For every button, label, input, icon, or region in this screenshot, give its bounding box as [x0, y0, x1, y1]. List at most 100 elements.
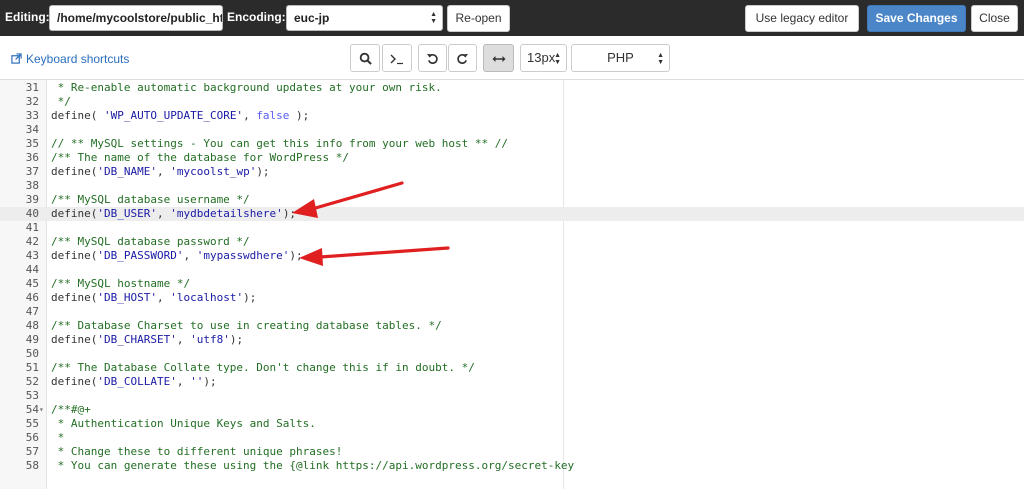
code-token: false — [256, 109, 290, 122]
line-code: /** MySQL database username */ — [51, 193, 250, 207]
line-code: /** The Database Collate type. Don't cha… — [51, 361, 475, 375]
line-number: 58 — [25, 459, 39, 472]
keyboard-shortcuts-link[interactable]: Keyboard shortcuts — [11, 52, 129, 66]
code-line[interactable]: 46 define('DB_HOST', 'localhost'); — [0, 291, 1024, 305]
select-arrows-icon: ▲ ▼ — [430, 11, 437, 25]
font-size-select[interactable]: 13px ▲ ▼ — [520, 44, 567, 72]
line-number: 35 — [25, 137, 39, 150]
code-line[interactable]: 37 define('DB_NAME', 'mycoolst_wp'); — [0, 165, 1024, 179]
code-token: define( — [51, 375, 98, 388]
line-code: * Authentication Unique Keys and Salts. — [51, 417, 316, 431]
line-number: 54 — [25, 403, 39, 416]
save-changes-button[interactable]: Save Changes — [867, 5, 966, 32]
code-line[interactable]: 36 /** The name of the database for WordP… — [0, 151, 1024, 165]
fold-toggle-icon[interactable]: ▾ — [39, 403, 47, 417]
line-number: 37 — [25, 165, 39, 178]
encoding-select[interactable]: euc-jp ▲ ▼ — [286, 5, 443, 31]
line-number: 31 — [25, 81, 39, 94]
code-token: '' — [190, 375, 204, 388]
code-token: * — [51, 431, 65, 444]
close-button[interactable]: Close — [971, 5, 1018, 32]
code-line[interactable]: 52 define('DB_COLLATE', ''); — [0, 375, 1024, 389]
line-code: define('DB_PASSWORD', 'mypasswdhere'); — [51, 249, 303, 263]
code-token: ); — [289, 249, 303, 262]
code-token: /** Database Charset to use in creating … — [51, 319, 442, 332]
code-line[interactable]: 41 — [0, 221, 1024, 235]
line-number: 43 — [25, 249, 39, 262]
editor-toolbar: Keyboard shortcuts 13px ▲ ▼ PHP ▲ ▼ — [0, 36, 1024, 80]
go-to-line-button[interactable] — [382, 44, 412, 72]
code-line[interactable]: 55 * Authentication Unique Keys and Salt… — [0, 417, 1024, 431]
code-line[interactable]: 38 — [0, 179, 1024, 193]
code-line[interactable]: 57 * Change these to different unique ph… — [0, 445, 1024, 459]
code-token: 'DB_USER' — [97, 207, 157, 220]
language-select[interactable]: PHP ▲ ▼ — [571, 44, 670, 72]
code-line[interactable]: 42 /** MySQL database password */ — [0, 235, 1024, 249]
search-button[interactable] — [350, 44, 380, 72]
encoding-value: euc-jp — [294, 11, 330, 25]
wrap-toggle-button[interactable] — [483, 44, 514, 72]
code-token: /** MySQL hostname */ — [51, 277, 191, 290]
use-legacy-editor-button[interactable]: Use legacy editor — [745, 5, 859, 32]
code-token: * Change these to different unique phras… — [51, 445, 343, 458]
code-editor[interactable]: 31 * Re-enable automatic background upda… — [0, 80, 1024, 489]
code-token: define( — [51, 249, 98, 262]
code-line[interactable]: 34 — [0, 123, 1024, 137]
code-line[interactable]: 50 — [0, 347, 1024, 361]
code-line[interactable]: 48 /** Database Charset to use in creatin… — [0, 319, 1024, 333]
font-size-value: 13px — [527, 50, 556, 65]
code-line[interactable]: 54 ▾ /**#@+ — [0, 403, 1024, 417]
code-line[interactable]: 45 /** MySQL hostname */ — [0, 277, 1024, 291]
code-line[interactable]: 51 /** The Database Collate type. Don't c… — [0, 361, 1024, 375]
code-token: 'DB_CHARSET' — [97, 333, 177, 346]
code-line[interactable]: 33 define( 'WP_AUTO_UPDATE_CORE', false )… — [0, 109, 1024, 123]
undo-icon — [426, 53, 438, 65]
code-token: ); — [203, 375, 217, 388]
line-number: 53 — [25, 389, 39, 402]
code-line[interactable]: 58 * You can generate these using the {@… — [0, 459, 1024, 473]
code-line[interactable]: 44 — [0, 263, 1024, 277]
line-number: 57 — [25, 445, 39, 458]
select-arrows-icon: ▲ ▼ — [657, 52, 664, 66]
editing-label: Editing: — [5, 10, 50, 24]
line-code: /**#@+ — [51, 403, 91, 417]
code-line[interactable]: 40 define('DB_USER', 'mydbdetailshere'); — [0, 207, 1024, 221]
select-arrows-icon: ▲ ▼ — [554, 52, 561, 66]
code-token: define( — [51, 165, 98, 178]
code-token: 'WP_AUTO_UPDATE_CORE' — [103, 109, 244, 122]
redo-button[interactable] — [448, 44, 477, 72]
line-number: 38 — [25, 179, 39, 192]
keyboard-shortcuts-label: Keyboard shortcuts — [26, 52, 130, 66]
code-token: ); — [289, 109, 310, 122]
code-line[interactable]: 43 define('DB_PASSWORD', 'mypasswdhere'); — [0, 249, 1024, 263]
code-line[interactable]: 53 — [0, 389, 1024, 403]
code-line[interactable]: 56 * — [0, 431, 1024, 445]
code-token: , — [183, 249, 197, 262]
line-code: */ — [51, 95, 71, 109]
code-line[interactable]: 49 define('DB_CHARSET', 'utf8'); — [0, 333, 1024, 347]
code-token: ); — [282, 207, 297, 220]
code-token: /** MySQL database password */ — [51, 235, 250, 248]
reopen-button[interactable]: Re-open — [447, 5, 510, 32]
code-token: ); — [256, 165, 270, 178]
line-code: * Re-enable automatic background updates… — [51, 81, 442, 95]
code-token: 'DB_PASSWORD' — [97, 249, 184, 262]
code-line[interactable]: 31 * Re-enable automatic background upda… — [0, 81, 1024, 95]
code-line[interactable]: 39 /** MySQL database username */ — [0, 193, 1024, 207]
undo-button[interactable] — [418, 44, 447, 72]
code-token: 'DB_COLLATE' — [97, 375, 177, 388]
code-token: 'localhost' — [170, 291, 244, 304]
code-token: * Authentication Unique Keys and Salts. — [51, 417, 316, 430]
code-line[interactable]: 32 */ — [0, 95, 1024, 109]
code-line[interactable]: 47 — [0, 305, 1024, 319]
line-code: /** MySQL database password */ — [51, 235, 250, 249]
file-path-field[interactable]: /home/mycoolstore/public_html/wp-config.… — [49, 5, 223, 31]
terminal-icon — [390, 54, 403, 64]
code-line[interactable]: 35 // ** MySQL settings - You can get thi… — [0, 137, 1024, 151]
code-token: define( — [51, 109, 104, 122]
line-code: define('DB_CHARSET', 'utf8'); — [51, 333, 243, 347]
code-token: 'utf8' — [190, 333, 230, 346]
line-number: 55 — [25, 417, 39, 430]
code-token: 'DB_HOST' — [97, 291, 157, 304]
code-token: , — [156, 207, 171, 220]
